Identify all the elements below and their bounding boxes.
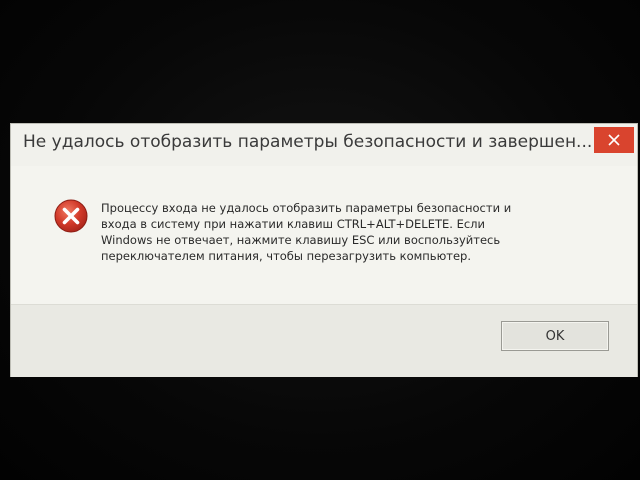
error-dialog: Не удалось отобразить параметры безопасн… bbox=[10, 123, 638, 377]
close-icon bbox=[608, 134, 620, 146]
screen: Не удалось отобразить параметры безопасн… bbox=[0, 0, 640, 480]
dialog-footer: OK bbox=[11, 304, 637, 377]
message-line: Windows не отвечает, нажмите клавишу ESC… bbox=[101, 233, 501, 247]
dialog-title: Не удалось отобразить параметры безопасн… bbox=[23, 132, 593, 152]
message-line: входа в систему при нажатии клавиш CTRL+… bbox=[101, 217, 485, 231]
dialog-titlebar[interactable]: Не удалось отобразить параметры безопасн… bbox=[11, 124, 637, 166]
message-line: переключателем питания, чтобы перезагруз… bbox=[101, 249, 471, 263]
dialog-body: Процессу входа не удалось отобразить пар… bbox=[11, 166, 637, 304]
message-line: Процессу входа не удалось отобразить пар… bbox=[101, 201, 512, 215]
close-button[interactable] bbox=[594, 127, 634, 153]
error-message: Процессу входа не удалось отобразить пар… bbox=[101, 200, 581, 264]
error-icon bbox=[54, 199, 88, 233]
ok-button[interactable]: OK bbox=[501, 321, 609, 351]
